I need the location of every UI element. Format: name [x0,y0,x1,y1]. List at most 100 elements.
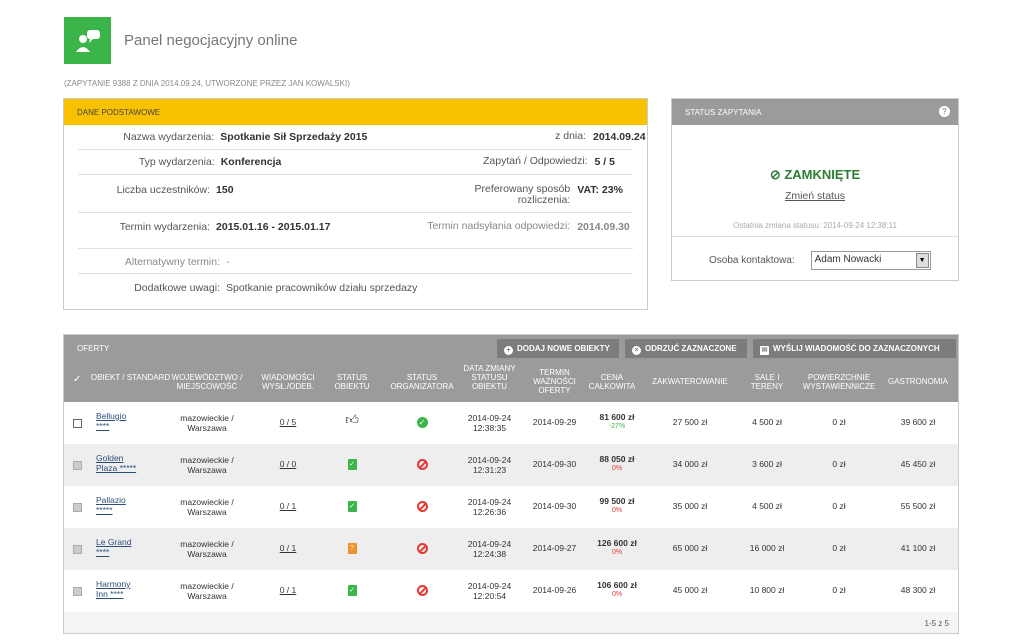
object-status-cell: ✓ [326,458,378,470]
date-value: 2014.09.24 [593,131,646,143]
event-name-label: Nazwa wydarzenia: [123,131,215,143]
pagination-info: 1-5 z 5 [924,619,949,628]
gastronomy-cell: 45 450 zł [900,459,936,469]
halls-cell: 10 800 zł [749,585,785,595]
request-status-panel: STATUS ZAPYTANIA? ⊘ ZAMKNIĘTE Zmień stat… [671,98,959,281]
messages-link[interactable]: 0 / 5 [252,417,324,427]
exhibition-cell: 0 zł [832,501,846,511]
status-date-cell: 2014-09-24 12:38:35 [467,413,512,433]
col-total-price[interactable]: CENA CAŁKOWITA [587,373,637,391]
col-organizer-status[interactable]: STATUS ORGANIZATORA [382,373,462,391]
contact-select[interactable]: Adam Nowacki ▼ [810,251,931,270]
status-text: ZAMKNIĘTE [784,167,861,182]
col-region[interactable]: WOJEWÓDZTWO / MIEJSCOWOŚĆ [162,373,252,391]
send-message-button[interactable]: ✉ WYŚLIJ WIADOMOŚĆ DO ZAZNACZONYCH [753,339,956,358]
alt-term-value: - [226,256,230,268]
change-status-link[interactable]: Zmień status [672,190,958,202]
validity-cell: 2014-09-26 [532,585,577,595]
ban-icon [416,543,428,554]
validity-cell: 2014-09-30 [532,501,577,511]
messages-link[interactable]: 0 / 1 [252,543,324,553]
contact-value: Adam Nowacki [814,254,882,265]
exhibition-cell: 0 zł [832,543,846,553]
messages-link[interactable]: 0 / 0 [252,459,324,469]
row-checkbox[interactable] [73,587,82,596]
chevron-down-icon[interactable]: ▼ [915,253,929,268]
table-row[interactable]: Pallazio ***** mazowieckie / Warszawa 0 / … [64,486,958,528]
col-exhibition[interactable]: POWIERZCHNIE WYSTAWIENNICZE [798,373,880,391]
row-checkbox[interactable] [73,545,82,554]
ban-icon [416,585,428,596]
col-object-status[interactable]: STATUS OBIEKTU [326,373,378,391]
offers-panel: OFERTY + DODAJ NOWE OBIEKTY × ODRZUĆ ZAZNA… [63,334,959,634]
col-messages[interactable]: WIADOMOŚCI WYSŁ./ODEB. [252,373,324,391]
object-name-link[interactable]: Pallazio ***** [96,495,156,515]
region-cell: mazowieckie / Warszawa [180,581,234,601]
panel-header: DANE PODSTAWOWE [64,99,647,125]
ban-icon [416,501,428,512]
divider [672,236,958,237]
check-circle-icon: ⊘ [769,167,781,182]
settlement-label: Preferowany sposób rozliczenia: [474,183,571,206]
gastronomy-cell: 48 300 zł [900,585,936,595]
row-checkbox[interactable] [73,419,82,428]
info-row: Termin wydarzenia: 2015.01.16 - 2015.01.… [78,213,633,249]
messages-link[interactable]: 0 / 1 [252,585,324,595]
col-object[interactable]: OBIEKT / STANDARD [88,373,173,382]
clipboard-check-icon: ✓ [347,585,357,596]
basic-data-panel: DANE PODSTAWOWE Nazwa wydarzenia: Spotka… [63,98,648,310]
halls-cell: 4 500 zł [752,501,782,511]
select-all-checkbox[interactable]: ✓ [73,375,81,385]
col-validity[interactable]: TERMIN WAŻNOŚCI OFERTY [527,368,582,395]
term-value: 2015.01.16 - 2015.01.17 [216,221,331,233]
status-date-cell: 2014-09-24 12:24:38 [467,539,512,559]
queries-label: Zapytań / Odpowiedzi: [483,155,588,167]
gastronomy-cell: 55 500 zł [900,501,936,511]
table-row[interactable]: Bellugio **** mazowieckie / Warszawa 0 / 5… [64,402,958,444]
last-change-info: Ostatnia zmiana statusu: 2014-09-24 12:3… [733,221,897,230]
price-cell: 99 500 zł 0% [599,496,635,514]
contact-label: Osoba kontaktowa: [709,255,795,266]
notes-value: Spotkanie pracowników działu sprzedazy [226,282,418,294]
term-label: Termin wydarzenia: [119,221,211,233]
deadline-label: Termin nadsyłania odpowiedzi: [427,220,571,232]
messages-link[interactable]: 0 / 1 [252,501,324,511]
organizer-status-cell [382,459,462,472]
halls-cell: 4 500 zł [752,417,782,427]
table-row[interactable]: Harmony Inn **** mazowieckie / Warszawa 0 … [64,570,958,612]
object-name-link[interactable]: Le Grand **** [96,537,156,557]
add-objects-label: DODAJ NOWE OBIEKTY [517,344,610,353]
object-name-link[interactable]: Bellugio **** [96,411,156,431]
object-name-link[interactable]: Golden Plaza ***** [96,453,156,473]
ban-icon [416,459,428,470]
exhibition-cell: 0 zł [832,459,846,469]
app-title: Panel negocjacyjny online [124,32,298,49]
settlement-value: VAT: 23% [577,184,623,196]
row-checkbox[interactable] [73,503,82,512]
object-status-cell: ✓ [326,500,378,512]
col-gastronomy[interactable]: GASTRONOMIA [882,377,954,386]
price-cell: 81 600 zł -27% [599,412,635,430]
offers-header: OFERTY + DODAJ NOWE OBIEKTY × ODRZUĆ ZAZNA… [64,335,958,361]
object-status-cell: ✓ [326,584,378,596]
accommodation-cell: 65 000 zł [672,543,708,553]
table-row[interactable]: Golden Plaza ***** mazowieckie / Warszawa … [64,444,958,486]
add-objects-button[interactable]: + DODAJ NOWE OBIEKTY [497,339,619,358]
col-accommodation[interactable]: ZAKWATEROWANIE [644,377,736,386]
event-name-value: Spotkanie Sił Sprzedaży 2015 [220,131,368,143]
negotiation-logo-icon [64,17,111,64]
table-row[interactable]: Le Grand **** mazowieckie / Warszawa 0 / 1… [64,528,958,570]
price-cell: 106 600 zł 0% [597,580,637,598]
reject-selected-button[interactable]: × ODRZUĆ ZAZNACZONE [625,339,747,358]
send-message-label: WYŚLIJ WIADOMOŚĆ DO ZAZNACZONYCH [773,344,940,353]
col-halls[interactable]: SALE I TERENY [740,373,794,391]
organizer-status-cell [382,543,462,556]
info-row: Liczba uczestników: 150 Preferowany spos… [78,175,633,213]
help-icon[interactable]: ? [939,106,950,117]
col-status-date[interactable]: DATA ZMIANY STATUSU OBIEKTU [462,364,517,391]
organizer-status-cell [382,585,462,598]
accommodation-cell: 45 000 zł [672,585,708,595]
row-checkbox[interactable] [73,461,82,470]
thumbs-up-icon: 👍︎ [345,412,359,427]
object-name-link[interactable]: Harmony Inn **** [96,579,156,599]
